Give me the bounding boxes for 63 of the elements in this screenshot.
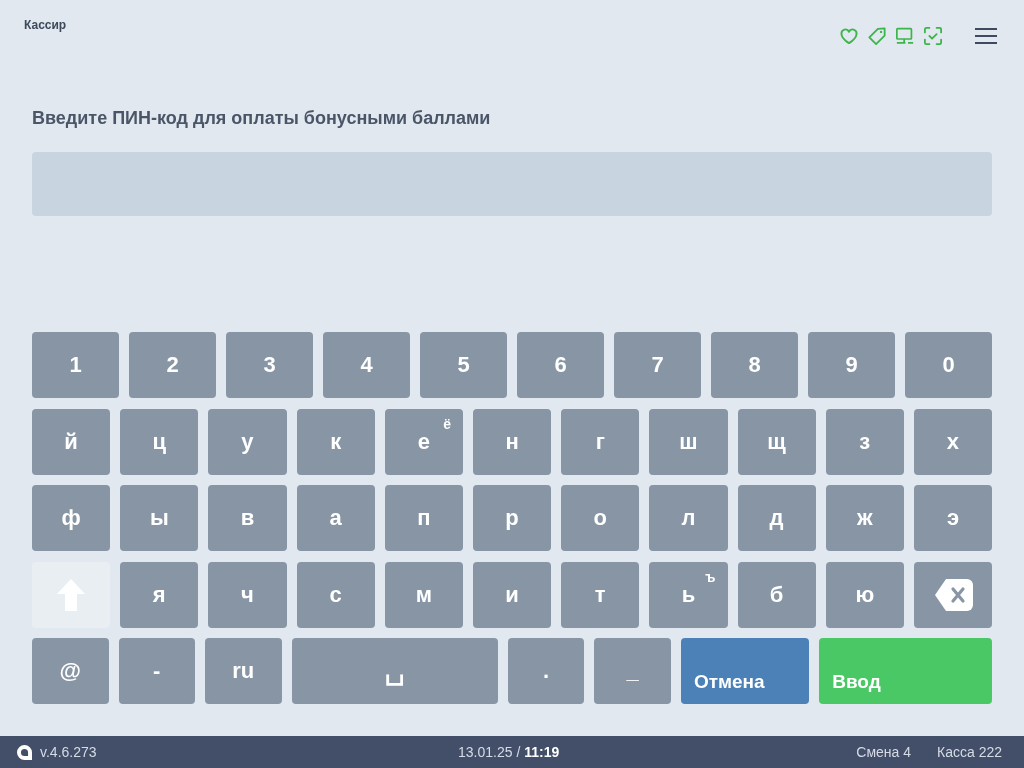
- keyboard-key[interactable]: 6: [517, 332, 604, 398]
- space-key[interactable]: ␣: [291, 638, 498, 704]
- keyboard-key[interactable]: и: [472, 561, 552, 628]
- pin-prompt: Введите ПИН-код для оплаты бонусными баллами: [32, 107, 492, 129]
- keyboard-key[interactable]: .: [507, 638, 585, 704]
- keyboard-key[interactable]: ф: [32, 485, 111, 551]
- keyboard-key[interactable]: г: [561, 408, 640, 475]
- keyboard-key[interactable]: о: [561, 485, 640, 551]
- shift-number: Смена 4: [856, 744, 911, 760]
- keyboard-key[interactable]: я: [120, 561, 199, 628]
- keyboard-key[interactable]: х: [913, 408, 993, 475]
- keyboard-key[interactable]: б: [737, 561, 816, 628]
- menu-icon[interactable]: [975, 28, 997, 44]
- keyboard-key[interactable]: 3: [226, 332, 313, 398]
- keyboard-key[interactable]: й: [32, 408, 111, 475]
- backspace-key[interactable]: [913, 561, 993, 628]
- date-time: 13.01.25 / 11:19: [458, 744, 560, 760]
- backspace-icon: [935, 578, 974, 611]
- keyboard-key[interactable]: н: [472, 408, 552, 475]
- keyboard-key[interactable]: к: [296, 408, 375, 475]
- register-number: Касса 222: [937, 744, 1002, 760]
- keyboard-key[interactable]: д: [737, 485, 816, 551]
- scan-check-icon[interactable]: [924, 27, 942, 45]
- keyboard-key[interactable]: ш: [649, 408, 728, 475]
- keyboard-key[interactable]: у: [208, 408, 287, 475]
- keyboard-key[interactable]: 4: [323, 332, 410, 398]
- keyboard-key[interactable]: э: [913, 485, 993, 551]
- keyboard-key[interactable]: 2: [129, 332, 216, 398]
- keyboard-key[interactable]: 0: [905, 332, 992, 398]
- keyboard-key[interactable]: с: [296, 561, 375, 628]
- keyboard-key[interactable]: 8: [711, 332, 798, 398]
- keyboard-key[interactable]: -: [118, 638, 196, 704]
- keyboard-key[interactable]: ю: [825, 561, 904, 628]
- keyboard-key[interactable]: 5: [420, 332, 507, 398]
- keyboard-key[interactable]: щ: [737, 408, 816, 475]
- logo-icon: [17, 744, 32, 760]
- enter-button[interactable]: Ввод: [819, 638, 992, 704]
- keyboard-key[interactable]: _: [594, 638, 671, 704]
- keyboard-key[interactable]: а: [296, 485, 375, 551]
- keyboard-key[interactable]: р: [472, 485, 552, 551]
- keyboard-key[interactable]: ж: [825, 485, 904, 551]
- pin-input-field[interactable]: [32, 152, 992, 216]
- cancel-button[interactable]: Отмена: [680, 638, 810, 704]
- keyboard-key[interactable]: м: [384, 561, 463, 628]
- keyboard-key[interactable]: ц: [120, 408, 199, 475]
- keyboard-key[interactable]: ы: [120, 485, 199, 551]
- app-title: Кассир: [24, 18, 67, 33]
- monitor-icon[interactable]: [896, 27, 914, 45]
- keyboard-key[interactable]: ru: [205, 638, 282, 704]
- tag-icon[interactable]: [868, 27, 886, 45]
- heart-icon[interactable]: [840, 27, 858, 45]
- keyboard-key[interactable]: 7: [614, 332, 701, 398]
- keyboard-key[interactable]: ч: [208, 561, 287, 628]
- shift-key[interactable]: [32, 561, 111, 628]
- keyboard-key[interactable]: @: [32, 638, 109, 704]
- keyboard-key[interactable]: п: [384, 485, 463, 551]
- keyboard-key[interactable]: з: [825, 408, 904, 475]
- keyboard-key[interactable]: 9: [808, 332, 895, 398]
- version-text: v.4.6.273: [40, 744, 97, 760]
- keyboard-key[interactable]: т: [561, 561, 640, 628]
- keyboard-key[interactable]: в: [208, 485, 287, 551]
- keyboard-key[interactable]: л: [649, 485, 728, 551]
- keyboard-key[interactable]: 1: [32, 332, 119, 398]
